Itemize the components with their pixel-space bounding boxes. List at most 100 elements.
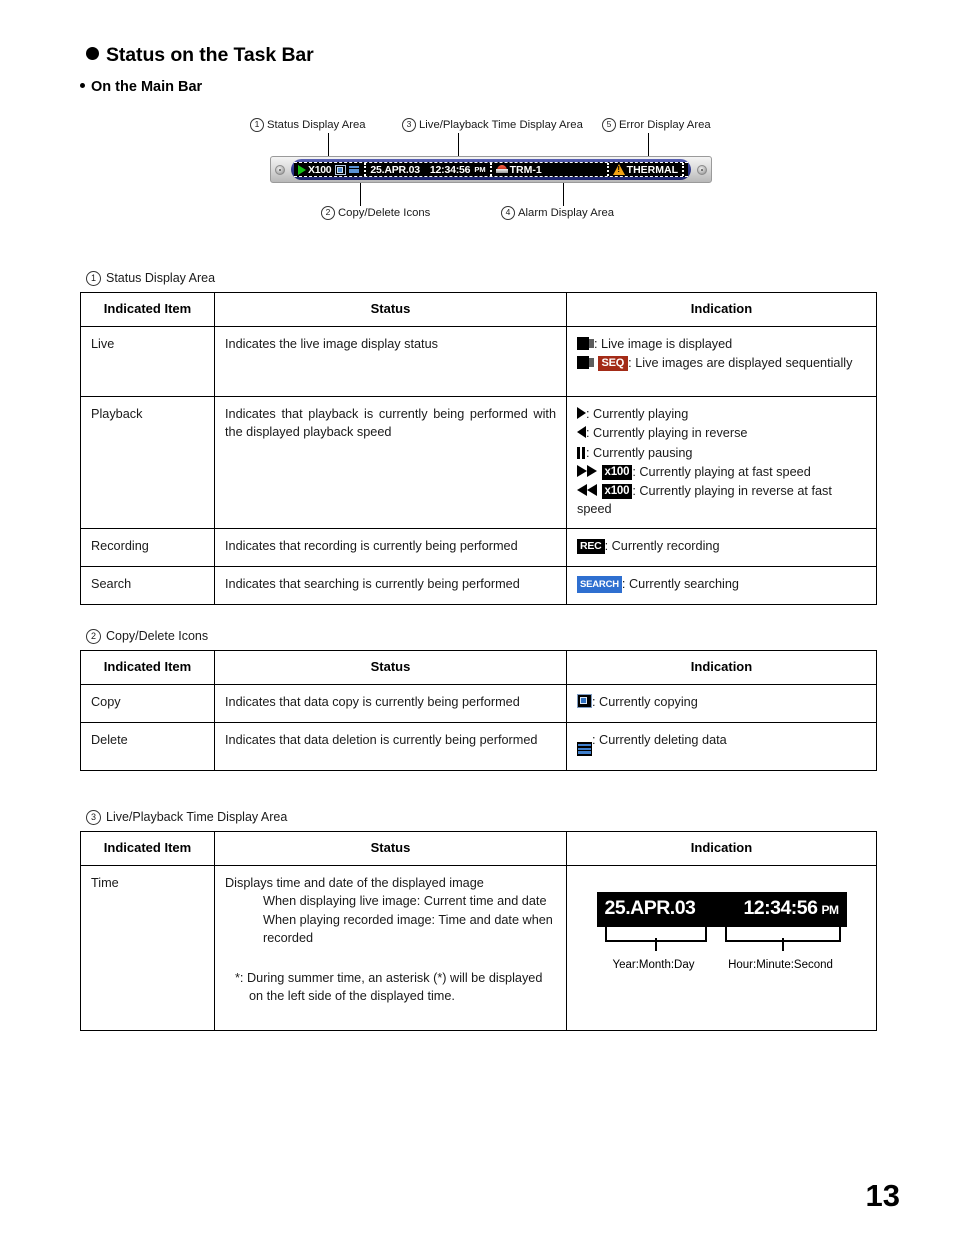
pause-icon bbox=[577, 446, 586, 459]
copy-icon bbox=[577, 694, 592, 709]
copy-delete-icons-area bbox=[333, 163, 362, 176]
indication-line: SEQ: Live images are displayed sequentia… bbox=[577, 354, 866, 372]
indication-text: : Live image is displayed bbox=[594, 337, 733, 352]
cell-status: Indicates that data deletion is currentl… bbox=[214, 722, 567, 772]
delete-icon bbox=[577, 741, 592, 756]
fast-rewind-icon bbox=[577, 483, 598, 496]
table-row: Playback Indicates that playback is curr… bbox=[80, 396, 877, 529]
segment-divider bbox=[606, 163, 609, 176]
cell-status: Indicates that data copy is currently be… bbox=[214, 684, 567, 724]
cell-item: Live bbox=[80, 326, 215, 398]
bracket-stem bbox=[781, 938, 784, 952]
taskbar-left-knob-icon bbox=[275, 164, 285, 175]
indication-text: : Live images are displayed sequentially bbox=[628, 356, 853, 371]
callout-label: Live/Playback Time Display Area bbox=[419, 119, 583, 131]
copy-icon bbox=[335, 164, 347, 175]
warning-triangle-icon bbox=[612, 164, 625, 175]
callout-number: 5 bbox=[602, 118, 616, 132]
indication-text: : Currently playing at fast speed bbox=[632, 464, 811, 479]
indication-text: : Currently recording bbox=[604, 538, 720, 553]
section-number: 3 bbox=[86, 810, 101, 825]
time-bracket bbox=[724, 927, 841, 952]
table-row: Search Indicates that searching is curre… bbox=[80, 565, 877, 605]
status-display-area-table: Indicated Item Status Indication Live In… bbox=[80, 291, 877, 605]
indication-line: x100: Currently playing at fast speed bbox=[577, 463, 866, 481]
sub-heading-text: On the Main Bar bbox=[91, 79, 203, 95]
indication-text: : Currently copying bbox=[592, 695, 698, 710]
callout-label: Copy/Delete Icons bbox=[338, 207, 431, 219]
play-icon bbox=[577, 407, 586, 420]
taskbar-ampm: PM bbox=[474, 165, 486, 174]
indication-line: : Live image is displayed bbox=[577, 335, 866, 353]
table-row: Live Indicates the live image display st… bbox=[80, 326, 877, 398]
speed-badge: x100 bbox=[601, 483, 633, 499]
table-row: Delete Indicates that data deletion is c… bbox=[80, 722, 877, 772]
task-bar: X100 25.APR.03 12:34:56 PM TRM-1 ! THERM… bbox=[270, 156, 712, 183]
table-row: Copy Indicates that data copy is current… bbox=[80, 684, 877, 724]
indication-text: : Currently playing in reverse bbox=[586, 426, 748, 441]
bullet-small-icon bbox=[80, 83, 85, 88]
column-header-indicated-item: Indicated Item bbox=[80, 649, 215, 686]
column-header-indication: Indication bbox=[566, 291, 877, 328]
taskbar-display-strip: X100 25.APR.03 12:34:56 PM TRM-1 ! THERM… bbox=[294, 162, 688, 177]
callout-label: Alarm Display Area bbox=[518, 207, 615, 219]
rec-badge: REC bbox=[577, 538, 605, 554]
segment-divider bbox=[489, 163, 492, 176]
section-caption-status-display-area: 1 Status Display Area bbox=[86, 271, 215, 286]
sub-heading: On the Main Bar bbox=[80, 79, 202, 95]
indication-text: : Currently pausing bbox=[586, 445, 693, 460]
date-bracket bbox=[604, 927, 707, 952]
callout-status-display-area: 1 Status Display Area bbox=[250, 118, 366, 132]
bracket-labels: Year:Month:Day Hour:Minute:Second bbox=[597, 957, 847, 975]
section-caption-text: Live/Playback Time Display Area bbox=[106, 810, 288, 824]
error-display-area: THERMAL bbox=[611, 163, 680, 176]
leader-line-copy-delete bbox=[360, 183, 361, 206]
taskbar-right-knob-icon bbox=[697, 164, 707, 175]
column-header-indicated-item: Indicated Item bbox=[80, 830, 215, 867]
cell-item: Search bbox=[80, 565, 215, 605]
taskbar-time: 12:34:56 bbox=[429, 163, 471, 176]
cell-indication: SEARCH: Currently searching bbox=[566, 565, 877, 605]
cell-indication: : Currently copying bbox=[566, 684, 877, 724]
live-playback-time-display-area: 25.APR.03 12:34:56 PM bbox=[368, 163, 487, 176]
speed-badge: x100 bbox=[601, 464, 633, 480]
date-bracket-label: Year:Month:Day bbox=[612, 959, 695, 972]
cell-item: Time bbox=[80, 865, 215, 1032]
time-display-figure: 25.APR.03 12:34:56 PM Year:Month:Day Hour… bbox=[596, 892, 847, 975]
callout-number: 1 bbox=[250, 118, 264, 132]
time-figure-time: 12:34:56 bbox=[743, 897, 818, 920]
status-note: *: During summer time, an asterisk (*) w… bbox=[235, 970, 543, 1003]
callout-label: Error Display Area bbox=[619, 119, 711, 131]
indication-text: : Currently playing bbox=[586, 407, 689, 422]
table-header-row: Indicated Item Status Indication bbox=[80, 830, 877, 867]
table-row: Recording Indicates that recording is cu… bbox=[80, 527, 877, 567]
time-figure-date: 25.APR.03 bbox=[604, 897, 696, 920]
column-header-indicated-item: Indicated Item bbox=[80, 291, 215, 328]
cell-status: Indicates the live image display status bbox=[214, 326, 567, 398]
page-number: 13 bbox=[865, 1178, 900, 1213]
column-header-status: Status bbox=[214, 830, 567, 867]
live-playback-time-display-area-table: Indicated Item Status Indication Time Di… bbox=[80, 830, 877, 1032]
cell-indication: : Currently deleting data bbox=[566, 722, 877, 772]
column-header-status: Status bbox=[214, 649, 567, 686]
live-icon bbox=[577, 337, 594, 351]
delete-icon bbox=[348, 164, 361, 175]
cell-status: Indicates that recording is currently be… bbox=[214, 527, 567, 567]
indication-line: : Currently playing in reverse bbox=[577, 424, 866, 442]
cell-item: Delete bbox=[80, 722, 215, 772]
play-icon bbox=[298, 164, 306, 175]
segment-divider bbox=[364, 163, 367, 176]
segment-divider bbox=[682, 163, 684, 176]
bracket-stem bbox=[654, 938, 657, 952]
leader-line-alarm bbox=[563, 183, 564, 206]
alarm-lamp-icon bbox=[495, 164, 508, 175]
section-number: 2 bbox=[86, 629, 101, 644]
cell-indication: 25.APR.03 12:34:56 PM Year:Month:Day Hour… bbox=[566, 865, 877, 1032]
indication-line: : Currently deleting data bbox=[577, 731, 866, 756]
status-line: When playing recorded image: Time and da… bbox=[263, 912, 553, 945]
cell-item: Copy bbox=[80, 684, 215, 724]
indication-line: : Currently pausing bbox=[577, 444, 866, 462]
status-display-area: X100 bbox=[296, 163, 333, 176]
callout-copy-delete-icons: 2 Copy/Delete Icons bbox=[321, 206, 430, 220]
section-number: 1 bbox=[86, 271, 101, 286]
